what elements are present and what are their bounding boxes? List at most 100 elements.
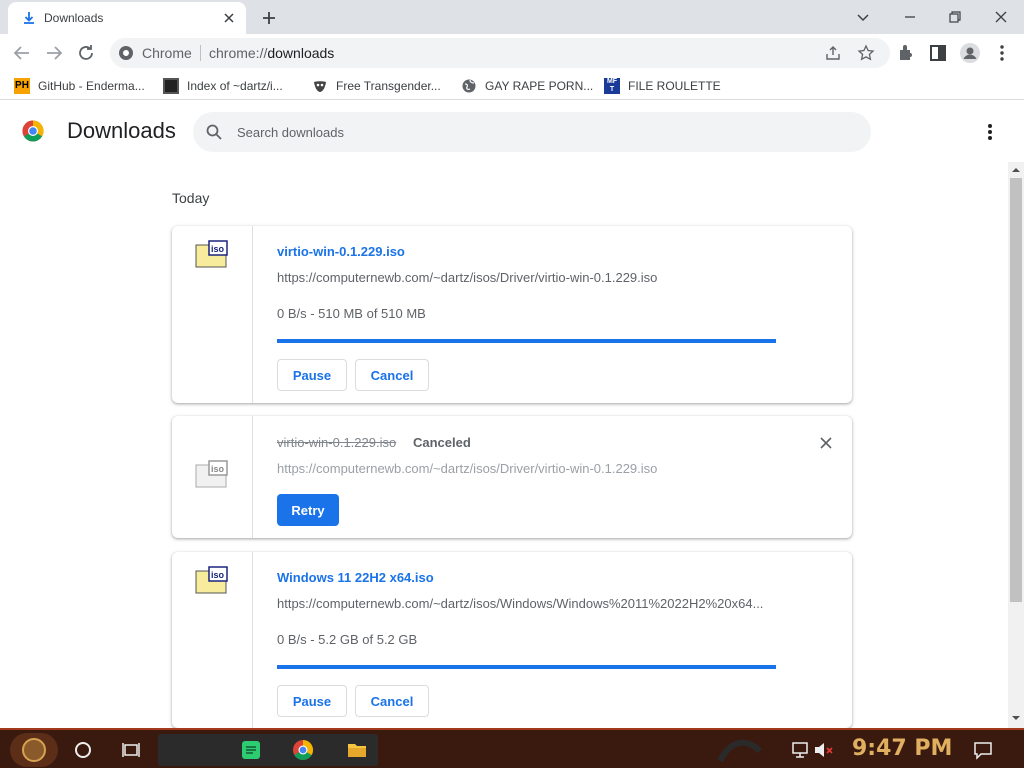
url-path: downloads (267, 45, 335, 61)
tab-title: Downloads (44, 11, 104, 25)
file-url[interactable]: https://computernewb.com/~dartz/isos/Dri… (277, 270, 657, 285)
canceled-status: Canceled (413, 435, 471, 450)
pause-button[interactable]: Pause (277, 359, 347, 391)
downloads-header: Downloads (0, 100, 1008, 162)
progress-bar-fill (277, 665, 776, 669)
omnibox-url[interactable]: chrome://downloads (209, 45, 334, 61)
more-actions-icon[interactable] (978, 122, 1002, 142)
bookmark-item[interactable]: MF T FILE ROULETTE (604, 77, 721, 95)
download-item: iso Windows 11 22H2 x64.iso https://comp… (172, 552, 852, 728)
toolbar: Chrome chrome://downloads (0, 34, 1024, 72)
svg-text:iso: iso (211, 570, 225, 580)
bookmark-item[interactable]: Free Transgender... (312, 77, 441, 95)
volume-muted-icon[interactable] (812, 739, 834, 761)
bookmarks-bar: PH GitHub - Enderma... Index of ~dartz/i… (0, 72, 1024, 100)
scroll-up-icon[interactable] (1012, 166, 1020, 174)
url-scheme: chrome:// (209, 45, 268, 61)
new-tab-icon[interactable] (258, 7, 280, 29)
scrollbar[interactable] (1008, 162, 1024, 728)
cancel-button[interactable]: Cancel (355, 359, 429, 391)
mask-icon (314, 81, 326, 92)
bookmark-item[interactable]: GAY RAPE PORN... (461, 77, 593, 95)
chrome-menu-icon[interactable] (990, 41, 1014, 65)
search-input[interactable] (237, 120, 837, 144)
reload-icon[interactable] (74, 41, 98, 65)
download-item: iso virtio-win-0.1.229.iso https://compu… (172, 226, 852, 403)
bookmark-item[interactable]: PH GitHub - Enderma... (14, 77, 145, 95)
iso-file-icon: iso (195, 240, 228, 268)
bookmark-label: FILE ROULETTE (628, 79, 721, 93)
progress-bar (277, 339, 776, 343)
omnibox[interactable]: Chrome chrome://downloads (110, 38, 890, 68)
cortana-icon[interactable] (72, 739, 94, 761)
taskbar: 9:47 PM (0, 728, 1024, 768)
globe-icon (462, 79, 476, 93)
bookmark-item[interactable]: Index of ~dartz/i... (163, 77, 283, 95)
file-icon-column: iso (172, 226, 253, 403)
file-name-link[interactable]: Windows 11 22H2 x64.iso (277, 570, 434, 585)
notes-app-icon[interactable] (240, 739, 262, 761)
retry-button[interactable]: Retry (277, 494, 339, 526)
tab-search-icon[interactable] (850, 4, 876, 30)
file-icon-column: iso (172, 416, 253, 538)
close-window-icon[interactable] (988, 4, 1014, 30)
network-icon[interactable] (790, 739, 812, 761)
progress-bar-fill (277, 339, 776, 343)
close-tab-icon[interactable] (220, 9, 238, 27)
scrollbar-thumb[interactable] (1010, 178, 1022, 602)
forward-icon[interactable] (42, 41, 66, 65)
date-section-label: Today (172, 190, 210, 206)
bookmark-label: GitHub - Enderma... (38, 79, 145, 93)
theme-decoration (717, 739, 763, 763)
clock[interactable]: 9:47 PM (852, 736, 952, 761)
start-button[interactable] (10, 733, 58, 767)
back-icon[interactable] (10, 41, 34, 65)
search-box[interactable] (193, 112, 871, 152)
downloads-page: Downloads Today iso virtio-win-0.1.229.i… (0, 100, 1024, 728)
ph-icon: PH (14, 78, 30, 94)
side-panel-icon[interactable] (926, 41, 950, 65)
progress-text: 0 B/s - 510 MB of 510 MB (277, 306, 426, 321)
minimize-icon[interactable] (897, 4, 923, 30)
bookmark-star-icon[interactable] (857, 44, 875, 62)
bookmark-label: Index of ~dartz/i... (187, 79, 283, 93)
chrome-taskbar-icon[interactable] (292, 739, 314, 761)
file-name-canceled: virtio-win-0.1.229.iso (277, 435, 397, 450)
restore-icon[interactable] (942, 4, 968, 30)
scroll-down-icon[interactable] (1012, 714, 1020, 722)
svg-text:iso: iso (211, 464, 225, 474)
file-name-link[interactable]: virtio-win-0.1.229.iso (277, 244, 405, 259)
download-icon (24, 12, 34, 24)
tab-strip: Downloads (0, 0, 1024, 34)
folder-icon (163, 78, 179, 94)
progress-text: 0 B/s - 5.2 GB of 5.2 GB (277, 632, 418, 647)
download-item-canceled: iso virtio-win-0.1.229.iso Canceled http… (172, 416, 852, 538)
search-icon (206, 124, 222, 140)
task-view-icon[interactable] (120, 739, 142, 761)
omnibox-separator (200, 45, 201, 61)
notifications-icon[interactable] (972, 739, 994, 761)
chrome-site-icon (119, 46, 133, 60)
remove-item-icon[interactable] (818, 435, 834, 451)
bookmark-label: Free Transgender... (336, 79, 441, 93)
file-url: https://computernewb.com/~dartz/isos/Dri… (277, 461, 658, 476)
page-title: Downloads (67, 118, 176, 143)
extensions-icon[interactable] (894, 41, 918, 65)
profile-avatar-icon[interactable] (958, 41, 982, 65)
file-icon-column: iso (172, 552, 253, 728)
start-orb-icon (22, 738, 46, 762)
svg-text:iso: iso (211, 244, 225, 254)
chrome-logo-icon (22, 120, 44, 142)
pause-button[interactable]: Pause (277, 685, 347, 717)
share-icon[interactable] (824, 44, 842, 62)
cancel-button[interactable]: Cancel (355, 685, 429, 717)
iso-file-icon: iso (195, 460, 228, 488)
taskbar-apps (158, 734, 378, 766)
mft-icon: MF T (604, 78, 620, 94)
file-url[interactable]: https://computernewb.com/~dartz/isos/Win… (277, 596, 763, 611)
file-explorer-icon[interactable] (346, 739, 368, 761)
omnibox-chip: Chrome (142, 45, 192, 61)
tab-downloads[interactable]: Downloads (8, 2, 246, 34)
bookmark-label: GAY RAPE PORN... (485, 79, 594, 93)
progress-bar (277, 665, 776, 669)
